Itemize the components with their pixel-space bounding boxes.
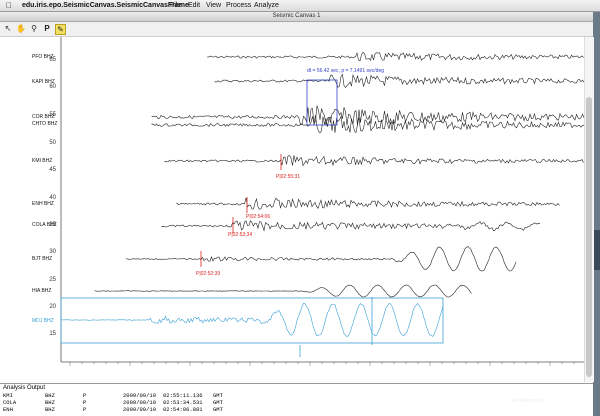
cell-station: ENH (3, 406, 13, 413)
apple-icon[interactable]:  (6, 0, 12, 11)
y-tick: 45 (49, 167, 56, 173)
analysis-output-title: Analysis Output (3, 385, 46, 391)
measure-icon[interactable]: ✎ (55, 24, 66, 35)
hand-icon[interactable]: ✋ (16, 24, 26, 34)
mac-menubar:  edu.iris.epo.SeismicCanvas.SeismicCanv… (0, 0, 600, 12)
desktop-icons (594, 230, 600, 270)
station-label-hia[interactable]: HIA BHZ (32, 288, 51, 294)
station-label-cor[interactable]: COR BHZ (32, 114, 55, 120)
waveform-trace[interactable] (151, 115, 584, 134)
y-tick: 30 (49, 249, 56, 255)
pick-label-bjt[interactable]: P|02:52:39 (196, 271, 220, 277)
cell-phase: P (83, 406, 87, 413)
menu-file[interactable]: File (170, 0, 181, 11)
station-label-chto[interactable]: CHTO BHZ (32, 121, 57, 127)
cell-channel: BHZ (45, 406, 55, 413)
waveform-trace[interactable] (161, 220, 541, 232)
pick-p-icon[interactable]: P (42, 24, 52, 34)
waveform-trace[interactable] (214, 73, 584, 88)
desktop-label: ion Macintosh (512, 398, 543, 404)
pick-label-kmi[interactable]: P|02:55:31 (276, 174, 300, 180)
zoom-icon[interactable]: ⚲ (29, 24, 39, 34)
cell-date: 2009/09/10 (123, 399, 157, 406)
pick-label-enh[interactable]: P|02:54:06 (246, 214, 270, 220)
cell-tz: GMT (213, 406, 223, 413)
measurement-box (306, 79, 338, 126)
scrollbar-thumb[interactable] (586, 97, 592, 377)
waveform-trace[interactable] (206, 51, 584, 62)
y-axis: 65 60 55 50 45 40 35 30 25 20 15 (0, 37, 60, 382)
selection-box (60, 297, 444, 344)
cell-time: 02:55:11.136 (163, 392, 203, 399)
cell-tz: GMT (213, 399, 223, 406)
menu-view[interactable]: View (206, 0, 221, 11)
app-name[interactable]: edu.iris.epo.SeismicCanvas.SeismicCanvas… (22, 0, 189, 11)
seismogram-canvas[interactable]: 65 60 55 50 45 40 35 30 25 20 15 PFO BHZ… (0, 37, 594, 382)
waveform-trace[interactable] (61, 302, 444, 338)
station-label-kmi[interactable]: KMI BHZ (32, 158, 52, 164)
cell-phase: P (83, 399, 87, 406)
seismic-canvas-window: Seismic Canvas 1 ↖ ✋ ⚲ P ✎ 65 60 55 50 4… (0, 12, 594, 416)
waveform-trace[interactable] (164, 155, 584, 167)
station-label-mdj[interactable]: MDJ BHZ (32, 318, 54, 324)
menu-analyze[interactable]: Analyze (254, 0, 279, 11)
waveform-trace[interactable] (176, 197, 560, 210)
station-label-pfo[interactable]: PFO BHZ (32, 54, 54, 60)
cell-phase: P (83, 392, 87, 399)
window-title: Seismic Canvas 1 (0, 12, 593, 22)
cell-station: COLA (3, 399, 17, 406)
y-tick: 50 (49, 140, 56, 146)
y-tick: 25 (49, 277, 56, 283)
station-label-enh[interactable]: ENH BHZ (32, 201, 54, 207)
cell-tz: GMT (213, 392, 223, 399)
station-label-bjt[interactable]: BJT BHZ (32, 256, 52, 262)
station-label-kapi[interactable]: KAPI BHZ (32, 79, 55, 85)
vertical-scrollbar[interactable] (584, 37, 594, 382)
pointer-icon[interactable]: ↖ (3, 24, 13, 34)
cell-channel: BHZ (45, 399, 55, 406)
pick-label-cola[interactable]: P|02:53:34 (228, 232, 252, 238)
station-label-cola[interactable]: COLA BHZ (32, 222, 57, 228)
menu-process[interactable]: Process (226, 0, 251, 11)
cell-time: 02:53:34.531 (163, 399, 203, 406)
y-tick: 20 (49, 304, 56, 310)
measurement-readout: dt = 56.42 sec, p = 7.1491 sec/deg (307, 68, 385, 74)
cell-channel: BHZ (45, 392, 55, 399)
waveform-layer (60, 37, 584, 366)
cell-date: 2009/09/10 (123, 406, 157, 413)
cell-station: KMI (3, 392, 13, 399)
waveform-trace[interactable] (94, 284, 472, 298)
menu-edit[interactable]: Edit (188, 0, 200, 11)
waveform-trace[interactable] (125, 246, 517, 272)
cell-date: 2009/09/10 (123, 392, 157, 399)
cell-time: 02:54:06.881 (163, 406, 203, 413)
toolbar: ↖ ✋ ⚲ P ✎ (0, 22, 593, 37)
analysis-output-panel: Analysis Output KMI BHZ P 2009/09/10 02:… (0, 383, 593, 416)
y-tick: 15 (49, 331, 56, 337)
